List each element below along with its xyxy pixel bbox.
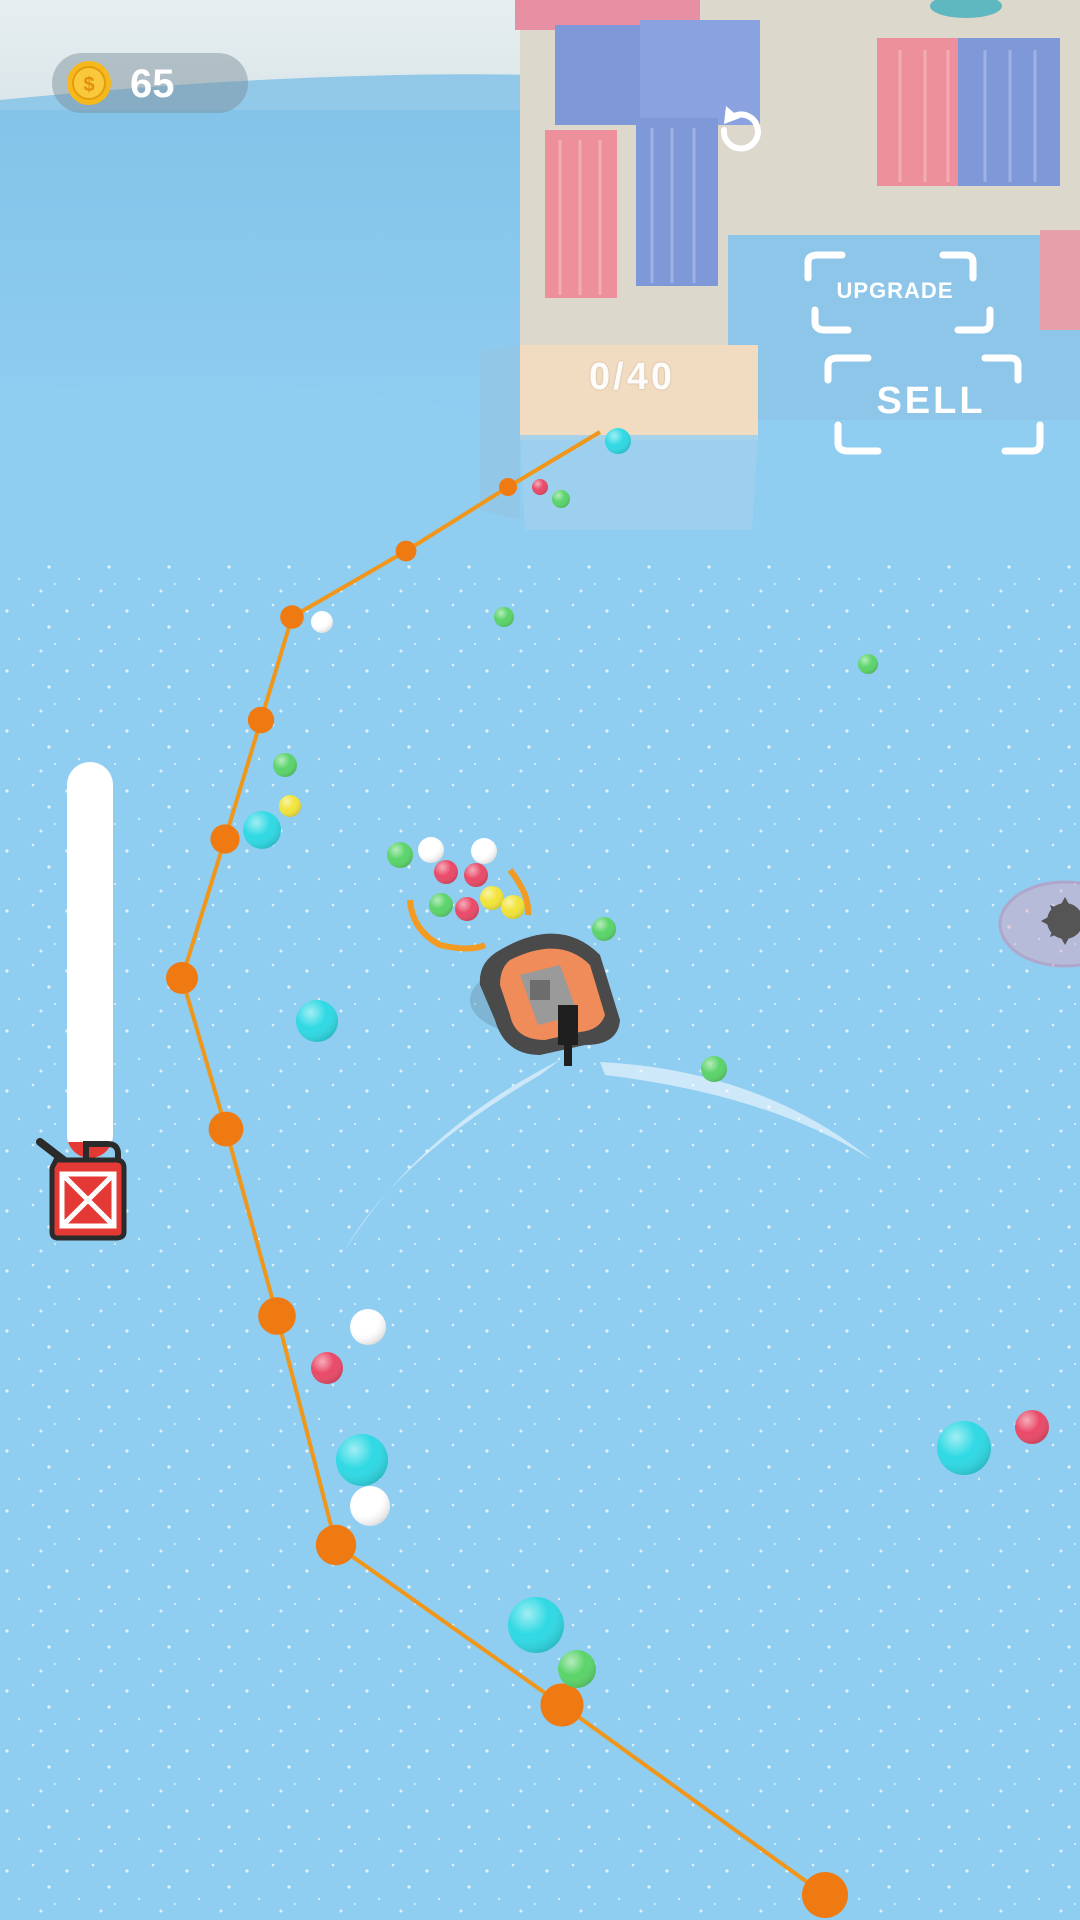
ball-shading bbox=[387, 842, 413, 868]
water-speckles bbox=[0, 560, 1080, 1920]
ball-shading bbox=[558, 1650, 596, 1688]
ball-shading bbox=[592, 917, 616, 941]
buoy bbox=[208, 1111, 244, 1147]
ball-shading bbox=[273, 753, 297, 777]
buoy bbox=[166, 962, 198, 994]
ball-shading bbox=[350, 1309, 386, 1345]
ball-shading bbox=[296, 1000, 338, 1042]
buoy bbox=[802, 1872, 848, 1918]
ball-shading bbox=[455, 897, 479, 921]
upgrade-label: UPGRADE bbox=[836, 278, 954, 303]
ball-shading bbox=[279, 795, 301, 817]
buoy bbox=[315, 1524, 357, 1566]
ball-shading bbox=[480, 886, 504, 910]
coin-count: 65 bbox=[130, 62, 175, 106]
ball-shading bbox=[858, 654, 878, 674]
ball-shading bbox=[311, 611, 333, 633]
ball-shading bbox=[243, 811, 281, 849]
buoy bbox=[540, 1683, 584, 1727]
ball-shading bbox=[501, 895, 525, 919]
ball-shading bbox=[937, 1421, 991, 1475]
ball-shading bbox=[494, 607, 514, 627]
ball-shading bbox=[311, 1352, 343, 1384]
ball-shading bbox=[464, 863, 488, 887]
buoy bbox=[258, 1297, 296, 1335]
ball-shading bbox=[471, 838, 497, 864]
fuel-can-icon bbox=[36, 1138, 127, 1241]
ball-shading bbox=[434, 860, 458, 884]
fuel-gauge bbox=[67, 762, 113, 1158]
restart-icon[interactable] bbox=[712, 100, 766, 162]
coin-counter: $ 65 bbox=[52, 53, 248, 113]
buoy bbox=[247, 706, 275, 734]
cargo-capacity-label: 0/40 bbox=[589, 356, 675, 398]
ball-shading bbox=[552, 490, 570, 508]
buoy bbox=[395, 540, 417, 562]
ball-shading bbox=[1015, 1410, 1049, 1444]
ball-shading bbox=[429, 893, 453, 917]
ball-shading bbox=[701, 1056, 727, 1082]
ball-shading bbox=[508, 1597, 564, 1653]
ball-shading bbox=[350, 1486, 390, 1526]
buoy bbox=[210, 824, 240, 854]
svg-text:$: $ bbox=[83, 74, 94, 96]
ball-shading bbox=[418, 837, 444, 863]
buoy bbox=[499, 478, 517, 496]
ball-shading bbox=[336, 1434, 388, 1486]
sell-label: SELL bbox=[876, 380, 986, 422]
buoy bbox=[280, 605, 304, 629]
ball-shading bbox=[605, 428, 631, 454]
ball-shading bbox=[532, 479, 548, 495]
coin-icon: $ bbox=[67, 61, 111, 105]
